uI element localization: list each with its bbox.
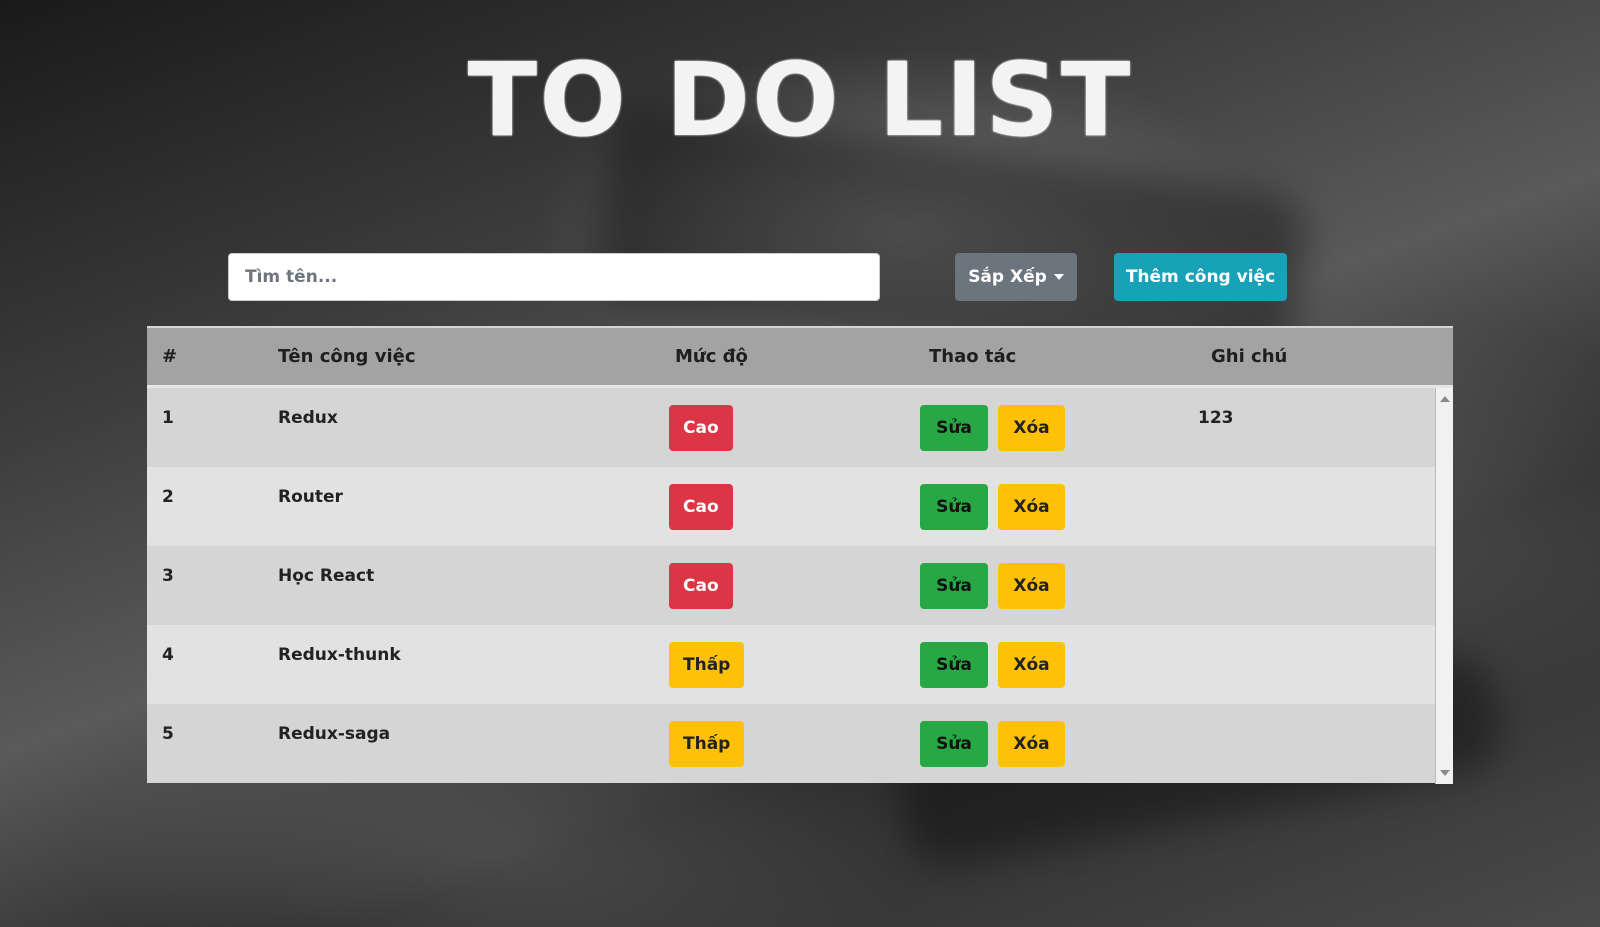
sort-dropdown-button[interactable]: Sắp Xếp: [955, 253, 1077, 301]
row-index: 5: [162, 724, 174, 744]
edit-button[interactable]: Sửa: [920, 484, 988, 530]
edit-button[interactable]: Sửa: [920, 721, 988, 767]
level-badge: Cao: [669, 563, 733, 609]
delete-button[interactable]: Xóa: [998, 721, 1065, 767]
table-row: 4 Redux-thunk Thấp Sửa Xóa: [147, 625, 1435, 704]
delete-button[interactable]: Xóa: [998, 563, 1065, 609]
delete-button[interactable]: Xóa: [998, 642, 1065, 688]
header-index: #: [162, 346, 178, 367]
table-row: 3 Học React Cao Sửa Xóa: [147, 546, 1435, 625]
level-badge: Thấp: [669, 642, 745, 688]
table-body: 1 Redux Cao Sửa Xóa 123 2 Router Cao Sửa Xóa 3 Học R…: [147, 388, 1453, 784]
add-task-button[interactable]: Thêm công việc: [1114, 253, 1287, 301]
task-name: Redux: [278, 408, 338, 428]
scroll-down-arrow-icon[interactable]: [1440, 770, 1450, 776]
row-index: 1: [162, 408, 174, 428]
edit-button[interactable]: Sửa: [920, 563, 988, 609]
edit-button[interactable]: Sửa: [920, 642, 988, 688]
row-index: 4: [162, 645, 174, 665]
delete-button[interactable]: Xóa: [998, 484, 1065, 530]
task-name: Redux-thunk: [278, 645, 401, 665]
task-name: Học React: [278, 566, 375, 586]
add-task-button-label: Thêm công việc: [1125, 267, 1276, 287]
level-badge: Cao: [669, 484, 733, 530]
row-index: 2: [162, 487, 174, 507]
delete-button[interactable]: Xóa: [998, 405, 1065, 451]
table-row: 1 Redux Cao Sửa Xóa 123: [147, 388, 1435, 467]
page-title: TO DO LIST: [467, 41, 1133, 160]
header-level: Mức độ: [675, 346, 748, 367]
level-badge: Cao: [669, 405, 733, 451]
header-task-name: Tên công việc: [278, 346, 416, 367]
search-input[interactable]: [228, 253, 880, 301]
task-note: 123: [1198, 408, 1234, 428]
table-row: 2 Router Cao Sửa Xóa: [147, 467, 1435, 546]
sort-button-label: Sắp Xếp: [968, 267, 1047, 287]
row-index: 3: [162, 566, 174, 586]
table-header: # Tên công việc Mức độ Thao tác Ghi chú: [147, 326, 1453, 388]
task-table: # Tên công việc Mức độ Thao tác Ghi chú …: [147, 326, 1453, 784]
level-badge: Thấp: [669, 721, 745, 767]
table-row: 5 Redux-saga Thấp Sửa Xóa: [147, 704, 1435, 783]
scroll-up-arrow-icon[interactable]: [1440, 396, 1450, 402]
caret-down-icon: [1053, 274, 1064, 280]
edit-button[interactable]: Sửa: [920, 405, 988, 451]
header-note: Ghi chú: [1211, 346, 1288, 367]
task-name: Redux-saga: [278, 724, 391, 744]
task-name: Router: [278, 487, 343, 507]
header-actions: Thao tác: [929, 346, 1017, 367]
table-scrollbar[interactable]: [1435, 388, 1453, 784]
